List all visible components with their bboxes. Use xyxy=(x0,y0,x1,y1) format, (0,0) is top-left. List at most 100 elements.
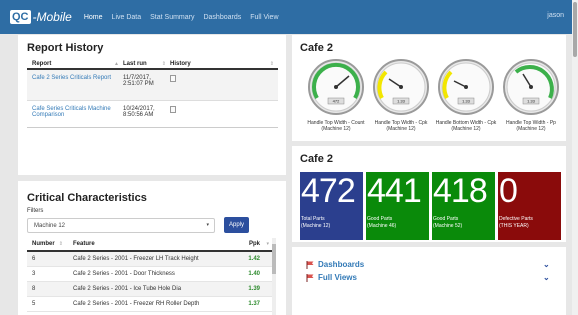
gauge-pp[interactable]: 1.33 Handle Top Width - Pp (Machine 12) xyxy=(502,58,560,132)
column-header-last-run[interactable]: Last run ⇕ xyxy=(123,61,170,67)
critical-table: Number ⇕ Feature Ppk ▾ 6 Cafe 2 Series - 2… xyxy=(27,238,275,312)
kpi-label: Good Parts (Machine 46) xyxy=(367,216,396,230)
ppk-cell: 1.37 xyxy=(229,301,269,307)
gauge-label: Handle Top Width - Count (Machine 12) xyxy=(307,120,365,132)
logo-mark: QC xyxy=(10,10,31,24)
kpi-label-line2: (Machine 12) xyxy=(301,223,331,229)
top-navbar: QC -Mobile Home Live Data Stat Summary D… xyxy=(0,0,578,34)
filters-label: Filters xyxy=(27,208,44,214)
gauge-label: Handle Bottom Width - Cpk (Machine 12) xyxy=(435,120,497,132)
page-scrollbar[interactable] xyxy=(572,0,578,315)
feature-cell: Cafe 2 Series - 2001 - Door Thickness xyxy=(73,271,175,277)
gauge-cpk-top[interactable]: 1.33 Handle Top Width - Cpk (Machine 12) xyxy=(372,58,430,132)
kpi-label-line1: Good Parts xyxy=(433,216,459,222)
number-cell: 3 xyxy=(32,271,36,277)
sort-icon: ⇕ xyxy=(269,60,274,67)
nav-link-live-data[interactable]: Live Data xyxy=(112,14,142,21)
column-header-report[interactable]: Report ▲ xyxy=(27,61,123,67)
gauge-dial: 472 xyxy=(308,59,364,115)
machine-select[interactable]: Machine 12 ▾ xyxy=(27,218,215,233)
last-run-value: 11/7/2017, 2:51:07 PM xyxy=(123,75,154,87)
nav-link-dashboards[interactable]: Dashboards xyxy=(203,14,241,21)
kpi-label: Defective Parts (THIS YEAR) xyxy=(499,216,533,230)
document-icon[interactable] xyxy=(170,106,176,113)
ppk-value: 1.37 xyxy=(248,301,260,307)
gauge-dial: 1.33 xyxy=(503,59,559,115)
history-cell xyxy=(170,75,278,84)
table-row[interactable]: 5 Cafe 2 Series - 2001 - Freezer RH Roll… xyxy=(27,297,275,312)
chevron-down-icon[interactable]: ⌄ xyxy=(543,260,550,269)
table-row[interactable]: 6 Cafe 2 Series - 2001 - Freezer LH Trac… xyxy=(27,252,275,267)
full-views-link[interactable]: Full Views xyxy=(318,273,357,282)
history-cell xyxy=(170,106,278,115)
sort-icon: ⇕ xyxy=(161,60,166,67)
kpi-tile-good-parts-46[interactable]: 441 Good Parts (Machine 46) xyxy=(366,172,429,240)
column-header-ppk[interactable]: Ppk ▾ xyxy=(229,241,269,247)
ppk-cell: 1.42 xyxy=(229,256,269,262)
kpi-tile-defective-parts[interactable]: 0 Defective Parts (THIS YEAR) xyxy=(498,172,561,240)
apply-button[interactable]: Apply xyxy=(224,217,249,233)
feature-cell: Cafe 2 Series - 2001 - Freezer LH Track … xyxy=(73,256,199,262)
report-link[interactable]: Cafe 2 Series Criticals Report xyxy=(27,75,123,81)
ppk-value: 1.42 xyxy=(248,256,260,262)
dashboards-link[interactable]: Dashboards xyxy=(318,260,364,269)
flag-icon xyxy=(306,274,314,282)
gauge-dial: 1.33 xyxy=(373,59,429,115)
sort-asc-icon: ▲ xyxy=(114,60,119,67)
gauge-dial: 1.33 xyxy=(438,59,494,115)
document-icon[interactable] xyxy=(170,75,176,82)
number-cell: 6 xyxy=(32,256,36,262)
column-header-label: Last run xyxy=(123,60,147,67)
column-header-feature[interactable]: Feature xyxy=(55,241,229,247)
kpi-value: 472 xyxy=(301,172,356,210)
report-link[interactable]: Cafe Series Criticals Machine Comparison xyxy=(27,106,123,118)
ppk-value: 1.39 xyxy=(248,286,260,292)
table-scrollbar[interactable] xyxy=(272,238,276,315)
kpi-label-line1: Defective Parts xyxy=(499,216,533,222)
column-header-number[interactable]: Number ⇕ xyxy=(27,241,63,247)
number-cell: 8 xyxy=(32,286,36,292)
nav-link-home[interactable]: Home xyxy=(84,14,103,21)
caret-down-icon: ▾ xyxy=(206,222,209,228)
kpi-value: 418 xyxy=(433,172,488,210)
table-row[interactable]: 3 Cafe 2 Series - 2001 - Door Thickness … xyxy=(27,267,275,282)
app-logo[interactable]: QC -Mobile xyxy=(10,10,72,24)
kpi-label-line2: (THIS YEAR) xyxy=(499,223,529,229)
logo-text: -Mobile xyxy=(32,10,72,24)
kpi-label: Total Parts (Machine 12) xyxy=(301,216,330,230)
table-header: Report ▲ Last run ⇕ History ⇕ xyxy=(27,59,278,70)
scrollbar-thumb[interactable] xyxy=(272,244,276,274)
kpi-label-line1: Total Parts xyxy=(301,216,325,222)
nav-links: Home Live Data Stat Summary Dashboards F… xyxy=(84,14,288,21)
kpi-label-line2: (Machine 46) xyxy=(367,223,397,229)
column-header-label: Feature xyxy=(73,241,95,247)
table-row: Cafe 2 Series Criticals Report 11/7/2017… xyxy=(27,70,278,101)
kpi-tile-good-parts-52[interactable]: 418 Good Parts (Machine 52) xyxy=(432,172,495,240)
kpi-tile-total-parts[interactable]: 472 Total Parts (Machine 12) xyxy=(300,172,363,240)
panel-title: Report History xyxy=(27,42,104,54)
gauge-readout: 1.33 xyxy=(462,99,471,104)
column-header-label: Ppk xyxy=(248,241,260,247)
scrollbar-thumb[interactable] xyxy=(573,2,577,57)
kpi-label-line1: Good Parts xyxy=(367,216,393,222)
gauge-cpk-bottom[interactable]: 1.33 Handle Bottom Width - Cpk (Machine … xyxy=(436,58,496,132)
number-cell: 5 xyxy=(32,301,36,307)
column-header-label: Number xyxy=(32,241,55,247)
gauge-readout: 1.33 xyxy=(397,99,406,104)
column-header-label: History xyxy=(170,60,191,67)
gauge-readout: 1.33 xyxy=(527,99,536,104)
column-header-label: Report xyxy=(32,60,52,67)
kpi-value: 441 xyxy=(367,172,422,210)
table-header: Number ⇕ Feature Ppk ▾ xyxy=(27,238,275,252)
sort-desc-icon: ▾ xyxy=(266,241,269,247)
nav-link-full-view[interactable]: Full View xyxy=(250,14,278,21)
table-row[interactable]: 8 Cafe 2 Series - 2001 - Ice Tube Hole D… xyxy=(27,282,275,297)
column-header-history[interactable]: History ⇕ xyxy=(170,61,278,67)
feature-cell: Cafe 2 Series - 2001 - Freezer RH Roller… xyxy=(73,301,200,307)
chevron-down-icon[interactable]: ⌄ xyxy=(543,273,550,282)
gauge-count[interactable]: 472 Handle Top Width - Count (Machine 12… xyxy=(307,58,365,132)
ppk-cell: 1.40 xyxy=(229,271,269,277)
nav-link-stat-summary[interactable]: Stat Summary xyxy=(150,14,194,21)
user-menu[interactable]: jason xyxy=(547,12,564,19)
last-run-value: 10/24/2017, 8:50:56 AM xyxy=(123,106,155,118)
